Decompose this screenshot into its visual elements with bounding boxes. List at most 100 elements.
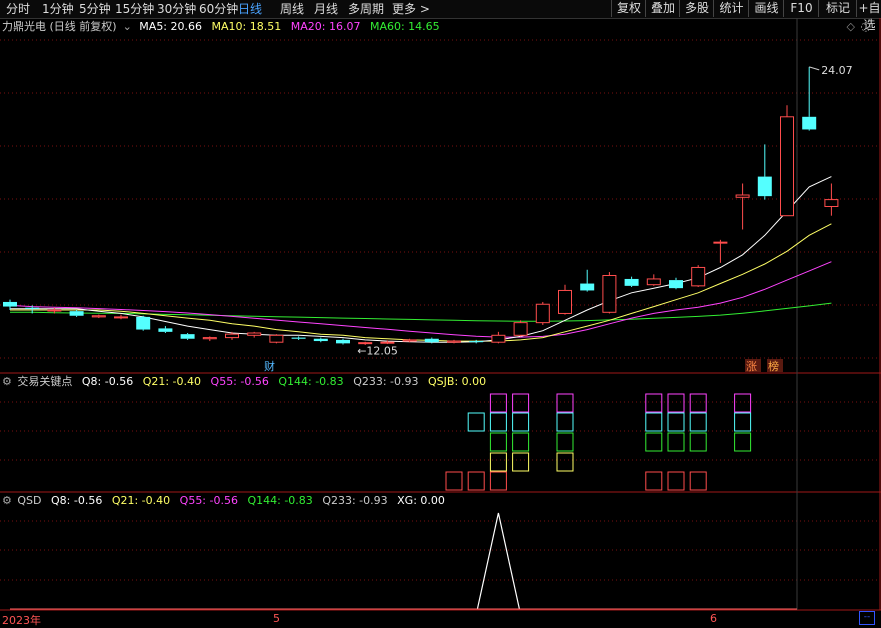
signal-box <box>689 393 707 413</box>
diamond-icon[interactable]: ◇ <box>847 20 855 33</box>
q8-value: Q8: -0.56 <box>81 375 134 388</box>
ma60-value: MA60: 14.65 <box>369 20 440 33</box>
low-price-label: ←12.05 <box>357 344 398 357</box>
candle-body <box>513 322 528 336</box>
signal-box <box>734 432 752 452</box>
signal-box <box>734 393 752 413</box>
signal-box <box>667 412 685 432</box>
signal-box <box>445 471 463 491</box>
signal-box <box>645 412 663 432</box>
candle-body <box>424 338 439 343</box>
month-label: 6 <box>710 612 717 625</box>
xg-value: XG: 0.00 <box>397 494 445 507</box>
kline-chart: 24.07 ←12.05 财 涨榜 <box>0 18 881 611</box>
candle-body <box>402 339 417 342</box>
signal-box <box>512 393 530 413</box>
q233-value: Q233: -0.93 <box>353 375 419 388</box>
bang-badge: 榜 <box>768 359 779 373</box>
candle-body <box>447 340 461 343</box>
ma5-value: MA5: 20.66 <box>139 20 203 33</box>
signal-box <box>489 393 507 413</box>
q144-value: Q144: -0.83 <box>247 494 313 507</box>
candle-body <box>691 266 706 287</box>
ma5-line <box>10 176 832 343</box>
candle-body <box>802 116 817 130</box>
zhang-badge: 涨 <box>746 360 757 373</box>
candle-body <box>158 328 173 332</box>
candle-body <box>669 280 683 289</box>
candle-body <box>558 289 572 314</box>
signal-box <box>645 471 663 491</box>
signal-box <box>489 412 507 432</box>
signal-box <box>489 471 507 491</box>
q21-value: Q21: -0.40 <box>111 494 171 507</box>
signal-box <box>667 393 685 413</box>
main-legend: 力鼎光电 (日线 前复权) ⌄ MA5: 20.66 MA10: 18.51 MA… <box>2 20 446 34</box>
candle-body <box>780 116 794 217</box>
signal-box <box>556 452 574 472</box>
signal-box <box>689 412 707 432</box>
candle-body <box>469 341 484 343</box>
signal-spike <box>476 512 520 610</box>
settings-icon[interactable]: ⚙ <box>2 375 12 388</box>
circle-icon[interactable]: ◌ <box>861 19 871 33</box>
qsjb-value: QSJB: 0.00 <box>428 375 487 388</box>
candle-body <box>25 307 40 309</box>
indicator2-name[interactable]: QSD <box>17 494 41 507</box>
signal-box <box>556 393 574 413</box>
q233-value: Q233: -0.93 <box>322 494 388 507</box>
time-axis: 2023年 5 6 -- <box>0 611 881 627</box>
candle-body <box>114 316 128 319</box>
zoom-minus-button[interactable]: -- <box>859 611 875 625</box>
candle-body <box>646 278 661 286</box>
signal-box <box>667 471 685 491</box>
candle-body <box>3 301 17 307</box>
month-label: 5 <box>273 612 280 625</box>
ma20-value: MA20: 16.07 <box>290 20 361 33</box>
signal-box <box>734 412 752 432</box>
signal-box <box>667 432 685 452</box>
candle-body <box>225 333 239 339</box>
candle-body <box>735 194 750 198</box>
chevron-down-icon[interactable]: ⌄ <box>123 20 132 33</box>
signal-box <box>556 412 574 432</box>
high-marker <box>809 66 820 71</box>
candle-body <box>291 337 306 339</box>
candle-body <box>91 315 106 318</box>
candle-body <box>69 311 84 316</box>
indicator2-legend: ⚙ QSD Q8: -0.56 Q21: -0.40 Q55: -0.56 Q1… <box>2 494 451 508</box>
signal-box <box>645 432 663 452</box>
candle-body <box>136 316 151 330</box>
candle-body <box>180 334 195 339</box>
candle-body <box>757 176 772 197</box>
signal-box <box>689 432 707 452</box>
candle-body <box>824 199 839 208</box>
signal-box <box>489 452 507 472</box>
signal-box <box>512 432 530 452</box>
q8-value: Q8: -0.56 <box>51 494 103 507</box>
ma10-line <box>10 223 832 342</box>
signal-box <box>467 471 485 491</box>
candle-body <box>313 338 328 342</box>
indicator1-name[interactable]: 交易关键点 <box>17 375 72 388</box>
settings-icon[interactable]: ⚙ <box>2 494 12 507</box>
q144-value: Q144: -0.83 <box>278 375 344 388</box>
candle-body <box>247 332 262 336</box>
q55-value: Q55: -0.56 <box>210 375 269 388</box>
signal-box <box>556 432 574 452</box>
indicator1-legend: ⚙ 交易关键点 Q8: -0.56 Q21: -0.40 Q55: -0.56 … <box>2 375 492 389</box>
candle-body <box>491 334 506 343</box>
stock-title[interactable]: 力鼎光电 (日线 前复权) <box>2 20 117 33</box>
high-price-label: 24.07 <box>821 64 853 77</box>
candle-body <box>624 278 639 286</box>
candle-body <box>602 275 617 313</box>
candle-body <box>336 339 350 344</box>
candle-body <box>202 337 217 340</box>
candle-body <box>47 309 62 312</box>
q55-value: Q55: -0.56 <box>179 494 238 507</box>
ma10-value: MA10: 18.51 <box>211 20 282 33</box>
signal-box <box>645 393 663 413</box>
signal-box <box>512 452 530 472</box>
candle-body <box>535 303 550 324</box>
candle-body <box>580 283 595 291</box>
